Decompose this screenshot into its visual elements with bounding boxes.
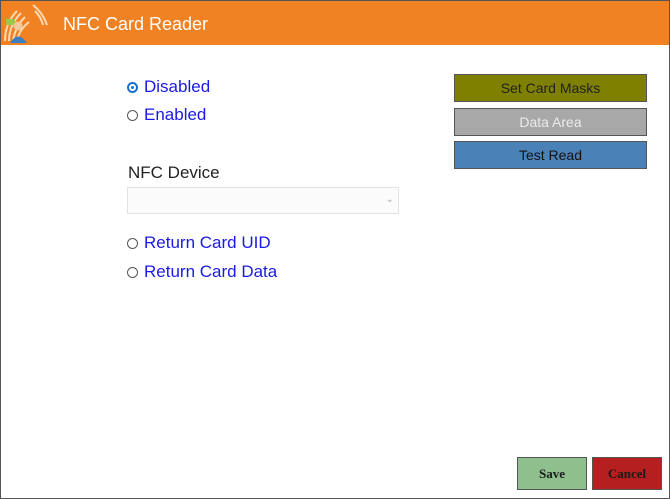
- nfc-person-icon: [4, 4, 48, 43]
- test-read-button[interactable]: Test Read: [454, 141, 647, 169]
- data-area-button[interactable]: Data Area: [454, 108, 647, 136]
- radio-enabled-label[interactable]: Enabled: [144, 105, 206, 125]
- radio-enabled[interactable]: Enabled: [127, 104, 206, 126]
- radio-unchecked-icon[interactable]: [127, 237, 138, 249]
- radio-return-card-uid-label[interactable]: Return Card UID: [144, 233, 271, 253]
- radio-unchecked-icon[interactable]: [127, 266, 138, 278]
- save-button[interactable]: Save: [517, 457, 587, 490]
- cancel-button[interactable]: Cancel: [592, 457, 662, 490]
- nfc-card-reader-window: NFC Card Reader Disabled Enabled NFC Dev…: [0, 0, 670, 499]
- set-card-masks-button[interactable]: Set Card Masks: [454, 74, 647, 102]
- radio-disabled[interactable]: Disabled: [127, 76, 210, 98]
- nfc-device-label: NFC Device: [128, 163, 220, 182]
- chevron-down-icon: ⌄: [385, 194, 394, 205]
- nfc-device-select[interactable]: ⌄: [127, 187, 399, 214]
- window-title: NFC Card Reader: [63, 14, 209, 34]
- radio-return-card-data[interactable]: Return Card Data: [127, 261, 277, 283]
- radio-return-card-data-label[interactable]: Return Card Data: [144, 262, 277, 282]
- title-bar: NFC Card Reader: [1, 1, 669, 45]
- radio-unchecked-icon[interactable]: [127, 109, 138, 121]
- radio-disabled-label[interactable]: Disabled: [144, 77, 210, 97]
- radio-return-card-uid[interactable]: Return Card UID: [127, 232, 271, 254]
- radio-checked-icon[interactable]: [127, 81, 138, 93]
